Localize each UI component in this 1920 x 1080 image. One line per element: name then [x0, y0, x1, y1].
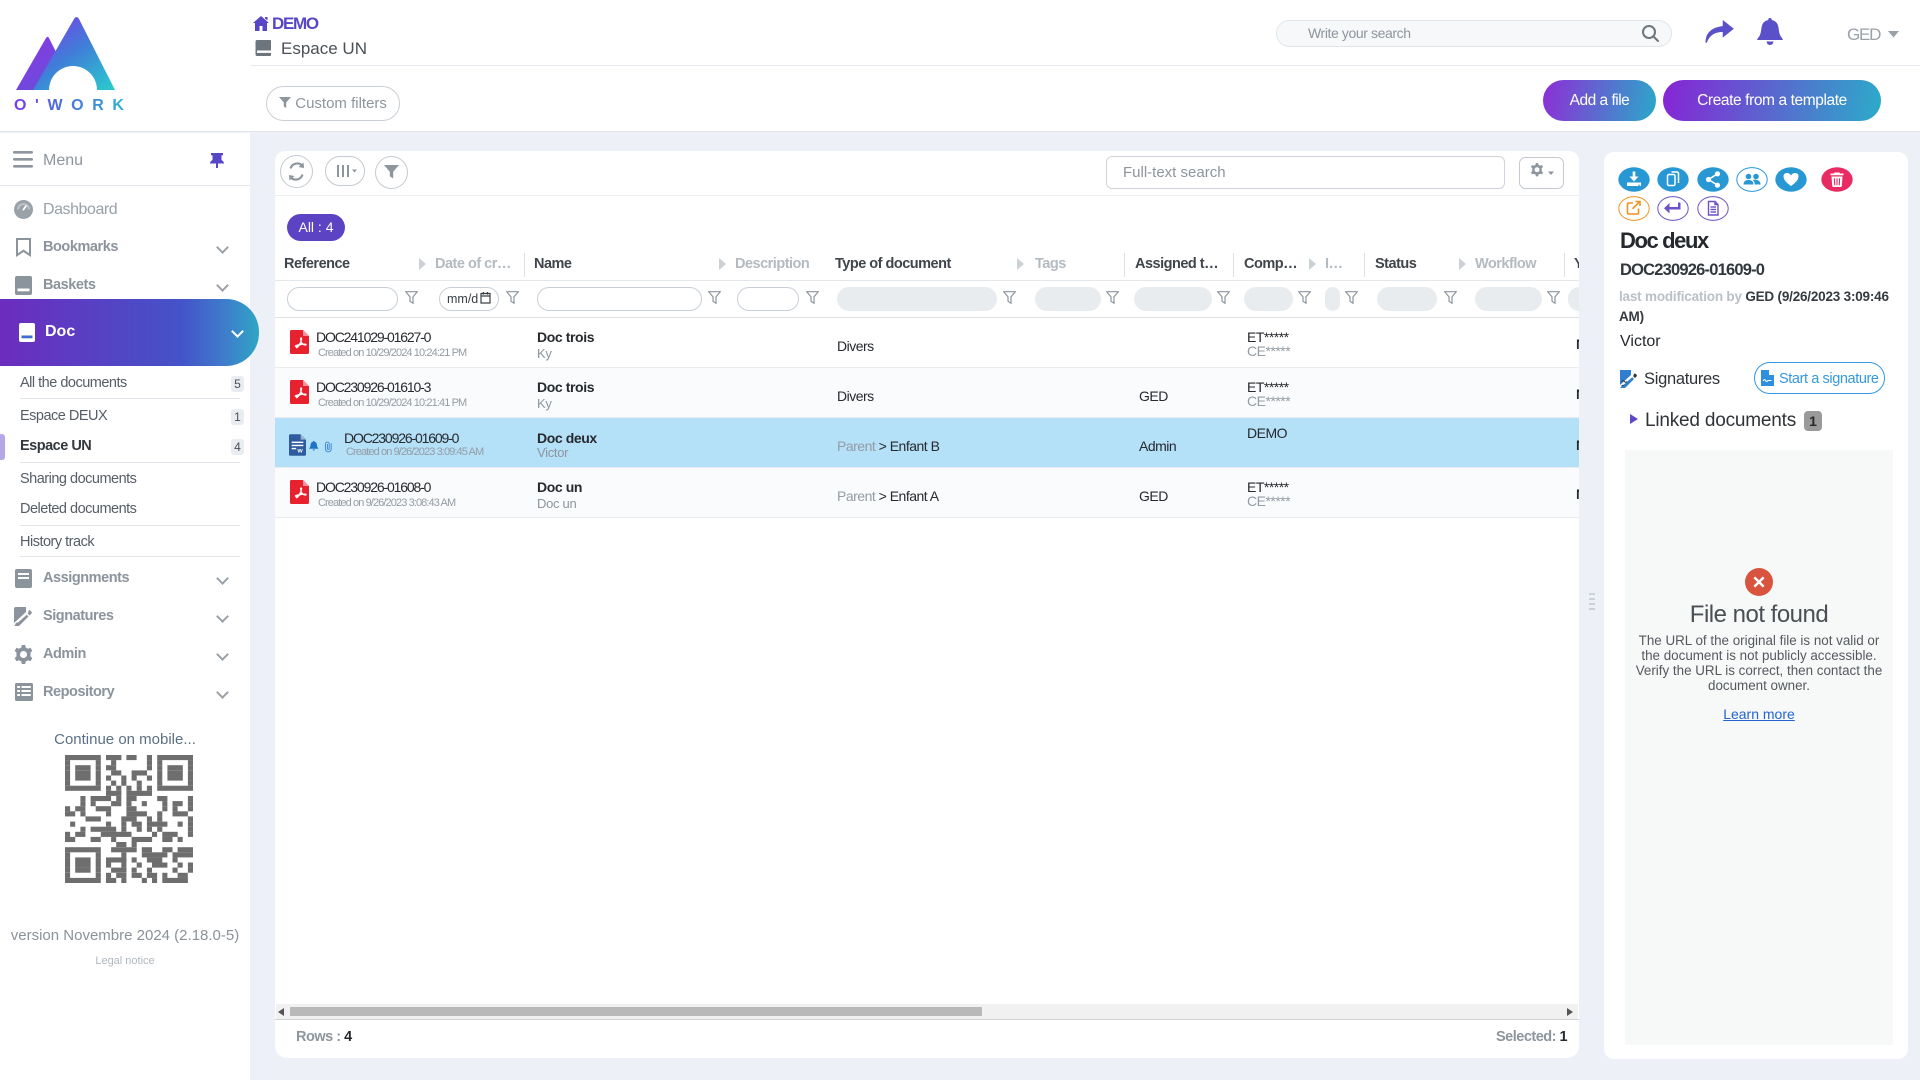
svg-text:w: w	[297, 448, 304, 455]
svg-text:O'WORK: O'WORK	[14, 97, 128, 114]
